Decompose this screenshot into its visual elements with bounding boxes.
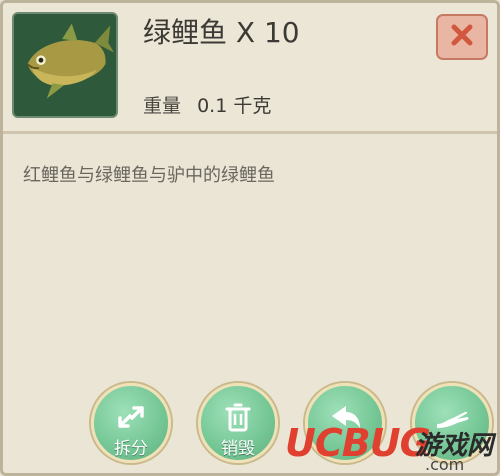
watermark: UCBUG 游戏网 .com: [285, 421, 497, 474]
item-icon-frame: [12, 12, 118, 118]
item-description: 红鲤鱼与绿鲤鱼与驴中的绿鲤鱼: [23, 165, 275, 186]
item-title: 绿鲤鱼 X 10: [143, 16, 300, 49]
weight-value: 0.1 千克: [197, 95, 272, 117]
fish-icon: [14, 14, 116, 116]
watermark-domain: .com: [425, 455, 465, 474]
item-header: 绿鲤鱼 X 10 重量 0.1 千克: [3, 3, 497, 134]
destroy-button[interactable]: 销毁: [198, 383, 278, 463]
destroy-button-label: 销毁: [221, 439, 255, 459]
split-arrows-icon: [114, 402, 148, 432]
close-button[interactable]: [436, 14, 488, 60]
trash-icon: [221, 402, 255, 432]
weight-label: 重量: [143, 95, 182, 117]
watermark-brand: UCBUG: [285, 421, 431, 465]
item-weight: 重量 0.1 千克: [143, 91, 271, 118]
split-button-label: 拆分: [114, 439, 148, 459]
split-button[interactable]: 拆分: [91, 383, 171, 463]
item-detail-panel: 绿鲤鱼 X 10 重量 0.1 千克 红鲤鱼与绿鲤鱼与驴中的绿鲤鱼 拆分 销毁 …: [0, 0, 500, 476]
close-icon: [449, 22, 475, 52]
